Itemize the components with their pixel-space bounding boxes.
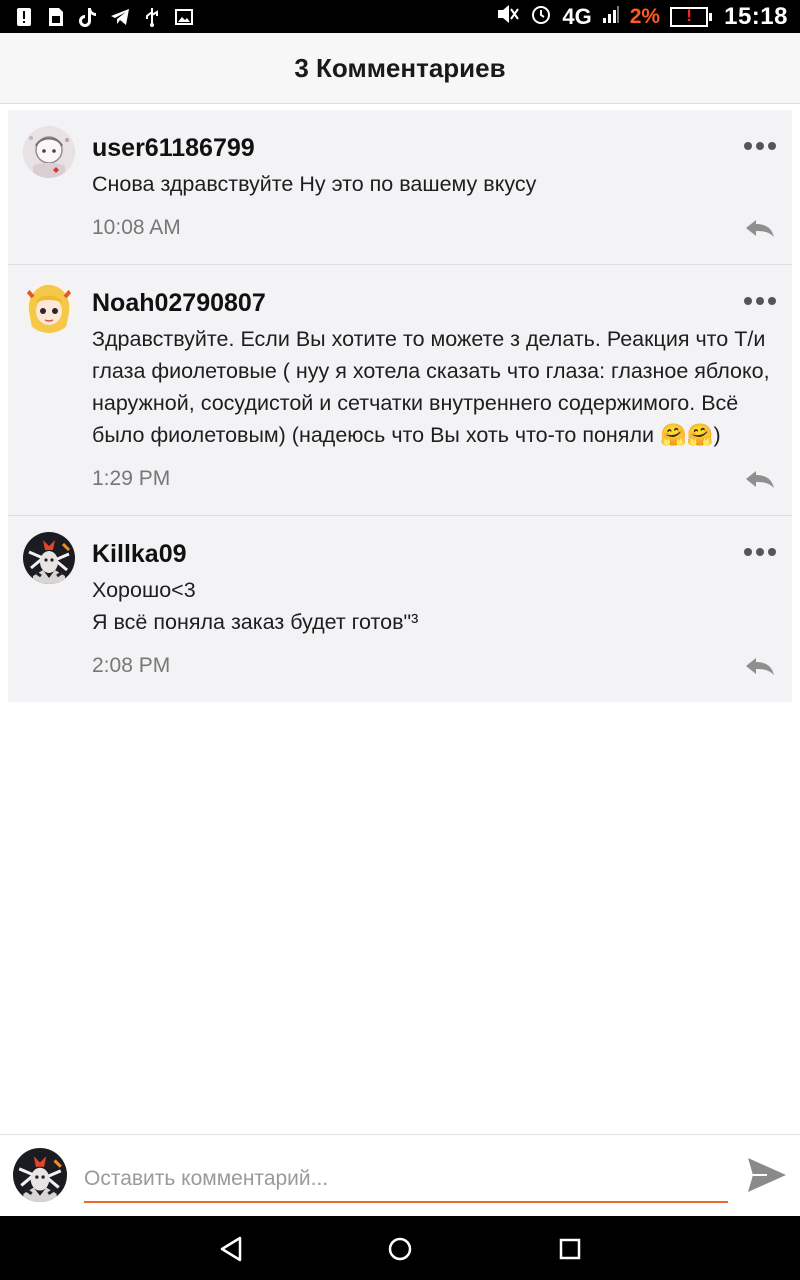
signal-icon (602, 4, 620, 29)
status-bar: 4G 2% ! 15:18 (0, 0, 800, 33)
recents-icon[interactable] (555, 1234, 585, 1264)
back-icon[interactable] (216, 1234, 246, 1264)
page-title: 3 Комментариев (294, 52, 506, 83)
comment-input-bar (0, 1134, 800, 1217)
alert-icon (14, 7, 34, 27)
comment-time: 10:08 AM (92, 216, 181, 239)
telegram-icon (110, 7, 130, 27)
comment-item: Noah02790807 Здравствуйте. Если Вы хотит… (8, 265, 792, 516)
usb-icon (142, 7, 162, 27)
comment-username[interactable]: user61186799 (92, 132, 778, 164)
image-icon (174, 7, 194, 27)
alarm-icon (530, 3, 552, 30)
comments-list: user61186799 Снова здравствуйте Ну это п… (8, 110, 792, 702)
tiktok-icon (78, 7, 98, 27)
avatar[interactable] (23, 281, 75, 333)
comments-header: 3 Комментариев (0, 33, 800, 104)
comment-time: 2:08 PM (92, 654, 171, 677)
more-options-icon[interactable] (742, 542, 778, 562)
comment-username[interactable]: Noah02790807 (92, 287, 778, 319)
clock: 15:18 (724, 2, 788, 30)
comment-time: 1:29 PM (92, 467, 171, 490)
avatar[interactable] (23, 126, 75, 178)
battery-percent: 2% (629, 4, 661, 28)
more-options-icon[interactable] (742, 291, 778, 311)
comment-input[interactable] (84, 1157, 728, 1203)
current-user-avatar (13, 1148, 67, 1202)
comment-username[interactable]: Killka09 (92, 538, 778, 570)
home-icon[interactable] (385, 1234, 415, 1264)
comment-item: user61186799 Снова здравствуйте Ну это п… (8, 110, 792, 265)
reply-icon[interactable] (744, 216, 776, 242)
more-options-icon[interactable] (742, 136, 778, 156)
mute-icon (496, 3, 520, 30)
comment-text: Хорошо<3 Я всё поняла заказ будет готов"… (92, 578, 419, 634)
sim-icon (46, 7, 66, 27)
reply-icon[interactable] (744, 467, 776, 493)
avatar[interactable] (23, 532, 75, 584)
reply-icon[interactable] (744, 654, 776, 680)
send-icon[interactable] (746, 1155, 788, 1195)
comment-text: Здравствуйте. Если Вы хотите то можете з… (92, 327, 770, 447)
battery-icon: ! (670, 6, 713, 27)
comment-text: Снова здравствуйте Ну это по вашему вкус… (92, 172, 537, 196)
comment-item: Killka09 Хорошо<3 Я всё поняла заказ буд… (8, 516, 792, 702)
navigation-bar (0, 1216, 800, 1280)
network-type: 4G (562, 3, 592, 29)
